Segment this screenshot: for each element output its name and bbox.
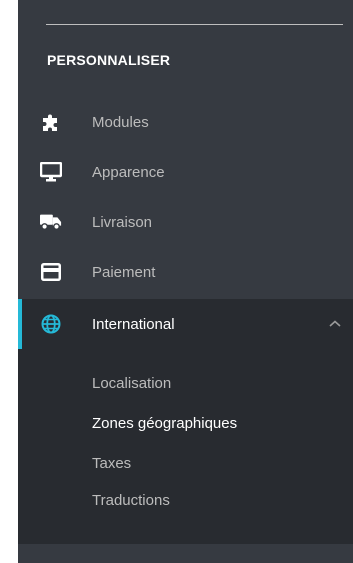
sidebar-item-apparence[interactable]: Apparence xyxy=(18,147,353,197)
active-indicator xyxy=(18,299,22,349)
truck-icon xyxy=(40,211,62,233)
sidebar-item-label: Livraison xyxy=(92,213,153,231)
sidebar-item-modules[interactable]: Modules xyxy=(18,97,353,147)
puzzle-icon xyxy=(40,111,62,133)
sidebar-item-livraison[interactable]: Livraison xyxy=(18,197,353,247)
section-title: PERSONNALISER xyxy=(47,52,171,68)
divider xyxy=(46,24,343,25)
submenu-item-traductions[interactable]: Traductions xyxy=(92,492,170,509)
sidebar-item-paiement[interactable]: Paiement xyxy=(18,247,353,297)
credit-card-icon xyxy=(40,261,62,283)
monitor-icon xyxy=(40,161,62,183)
sidebar-item-label: International xyxy=(92,315,175,333)
submenu-item-taxes[interactable]: Taxes xyxy=(92,455,131,472)
sidebar-item-label: Modules xyxy=(92,113,149,131)
sidebar-item-label: Apparence xyxy=(92,163,165,181)
submenu-international: Localisation Zones géographiques Taxes T… xyxy=(18,349,353,544)
globe-icon xyxy=(40,313,62,335)
submenu-item-localisation[interactable]: Localisation xyxy=(92,375,171,392)
sidebar-item-international[interactable]: International xyxy=(18,299,353,349)
sidebar: PERSONNALISER Modules Apparence Livraiso… xyxy=(18,0,353,563)
sidebar-item-label: Paiement xyxy=(92,263,156,281)
chevron-up-icon[interactable] xyxy=(327,316,343,332)
submenu-item-zones[interactable]: Zones géographiques xyxy=(92,415,237,432)
